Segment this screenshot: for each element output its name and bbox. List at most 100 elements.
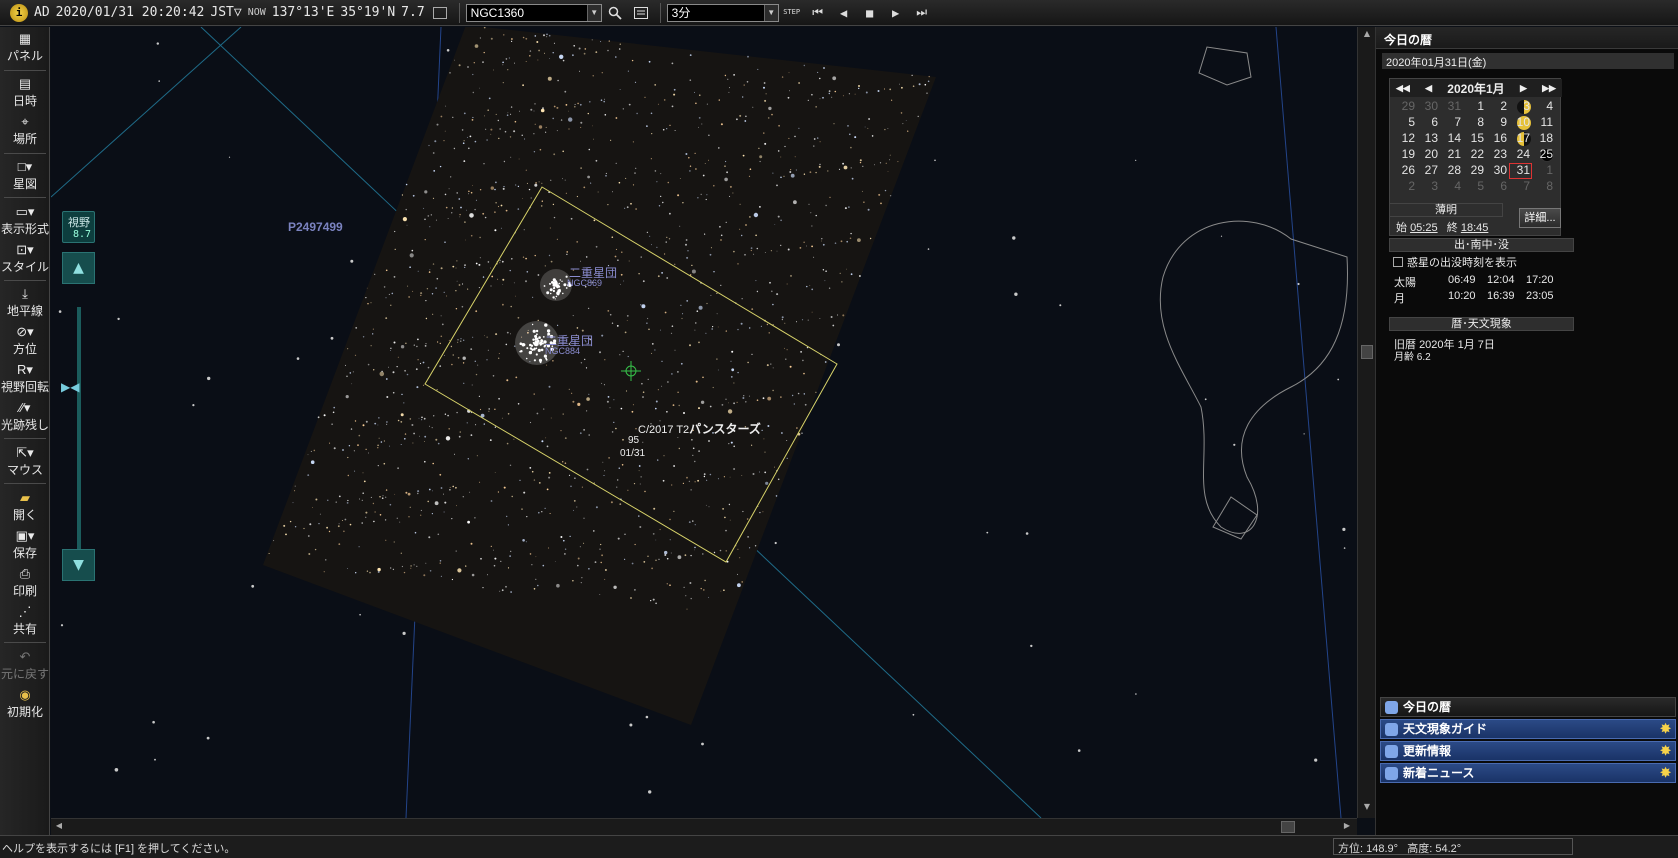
datetime-display[interactable]: 2020/01/31 20:20:42	[56, 5, 205, 20]
calendar-day[interactable]: 4	[1440, 179, 1463, 195]
calendar-day[interactable]: 16	[1486, 131, 1509, 147]
calendar-day[interactable]: 13	[1417, 131, 1440, 147]
calendar-day[interactable]: 31	[1509, 163, 1532, 179]
reset-button[interactable]: ◉ 初期化	[0, 687, 50, 720]
calendar-day[interactable]: 7	[1440, 115, 1463, 131]
rewind-fast-icon[interactable]: ⏮	[807, 3, 829, 23]
calendar-day[interactable]: 28	[1440, 163, 1463, 179]
twilight-end[interactable]: 18:45	[1461, 222, 1489, 234]
detail-button[interactable]: 詳細...	[1519, 208, 1561, 228]
direction-button[interactable]: ⊘▾ 方位	[0, 324, 50, 357]
calendar-day[interactable]: 24	[1509, 147, 1532, 163]
timezone-dropdown[interactable]: JST▽	[210, 5, 241, 20]
calendar-day[interactable]: 2	[1486, 99, 1509, 115]
trail-button[interactable]: ⁄⁄▾ 光跡残し	[0, 400, 50, 433]
now-button[interactable]: NOW	[248, 7, 266, 18]
planet-checkbox[interactable]	[1393, 257, 1403, 267]
open-button[interactable]: ▰ 開く	[0, 490, 50, 523]
calendar-day[interactable]: 30	[1486, 163, 1509, 179]
fov-badge[interactable]: 視野 8.7	[62, 211, 95, 243]
display-mode-button[interactable]: ▭▾ 表示形式	[0, 204, 50, 237]
horizon-button[interactable]: ⤓ 地平線	[0, 286, 50, 319]
calendar-day[interactable]: 7	[1509, 179, 1532, 195]
save-button[interactable]: ▣▾ 保存	[0, 528, 50, 561]
twilight-start[interactable]: 05:25	[1410, 222, 1438, 234]
app-logo-icon[interactable]: i	[10, 3, 28, 22]
calendar-day[interactable]: 1	[1463, 99, 1486, 115]
calendar-day[interactable]: 5	[1394, 115, 1417, 131]
calendar-day[interactable]: 2	[1394, 179, 1417, 195]
planet-checkbox-row[interactable]: 惑星の出没時刻を表示	[1393, 254, 1517, 270]
zoom-slider-track[interactable]	[77, 307, 81, 557]
scroll-left-icon[interactable]: ◀	[53, 821, 65, 833]
starchart-button[interactable]: □▾ 星図	[0, 159, 50, 192]
calendar-day[interactable]: 6	[1417, 115, 1440, 131]
print-button[interactable]: ⎙ 印刷	[0, 566, 50, 599]
calendar-day[interactable]: 31	[1440, 99, 1463, 115]
calendar-day[interactable]: 26	[1394, 163, 1417, 179]
calendar-day[interactable]: 17	[1509, 131, 1532, 147]
forward-fast-icon[interactable]: ⏭	[911, 3, 933, 23]
step-back-icon[interactable]: ◀	[833, 3, 855, 23]
calendar-day[interactable]: 8	[1463, 115, 1486, 131]
next-year-button[interactable]: ▶▶	[1542, 83, 1556, 94]
location-button[interactable]: ⌖ 場所	[0, 114, 50, 147]
calendar-day[interactable]: 12	[1394, 131, 1417, 147]
calendar-day[interactable]: 4	[1532, 99, 1555, 115]
calendar-day[interactable]: 19	[1394, 147, 1417, 163]
calendar-day[interactable]: 29	[1463, 163, 1486, 179]
scroll-thumb[interactable]	[1361, 345, 1373, 359]
scroll-down-icon[interactable]: ▼	[1361, 802, 1373, 814]
next-month-button[interactable]: ▶	[1520, 83, 1527, 94]
chevron-down-icon[interactable]: ▼	[763, 4, 778, 21]
chevron-down-icon[interactable]: ▼	[586, 4, 601, 21]
comet-label[interactable]: C/2017 T2パンスターズ	[638, 420, 761, 437]
zoom-slider-handle[interactable]: ▶◀	[61, 380, 97, 394]
longitude-display[interactable]: 137°13'E	[272, 5, 335, 20]
prev-year-button[interactable]: ◀◀	[1396, 83, 1410, 94]
calendar-day[interactable]: 27	[1417, 163, 1440, 179]
calendar-day[interactable]: 20	[1417, 147, 1440, 163]
calendar-day[interactable]: 29	[1394, 99, 1417, 115]
stop-icon[interactable]: ■	[859, 3, 881, 23]
tab-astro-guide[interactable]: 天文現象ガイド ✸	[1380, 719, 1676, 739]
tab-news[interactable]: 新着ニュース ✸	[1380, 763, 1676, 783]
fov-box-icon[interactable]	[432, 6, 447, 19]
latitude-display[interactable]: 35°19'N	[340, 5, 395, 20]
object-search-input[interactable]: NGC1360 ▼	[465, 3, 602, 22]
calendar-day[interactable]: 3	[1417, 179, 1440, 195]
time-step-select[interactable]: 3分 ▼	[666, 3, 779, 22]
step-button[interactable]: STEP	[781, 3, 803, 23]
scroll-up-icon[interactable]: ▲	[1361, 29, 1373, 41]
object-label-p[interactable]: P2497499	[288, 220, 343, 234]
mouse-button[interactable]: ⇱▾ マウス	[0, 445, 50, 478]
fov-display[interactable]: 7.7	[401, 5, 424, 20]
calendar-day[interactable]: 21	[1440, 147, 1463, 163]
horizontal-scrollbar[interactable]: ◀ ▶	[51, 818, 1357, 835]
tab-today-calendar[interactable]: 今日の暦	[1380, 697, 1676, 717]
zoom-in-button[interactable]: ▲	[62, 252, 95, 284]
calendar-day[interactable]: 18	[1532, 131, 1555, 147]
calendar-day[interactable]: 1	[1532, 163, 1555, 179]
scroll-right-icon[interactable]: ▶	[1341, 821, 1353, 833]
undo-button[interactable]: ↶ 元に戻す	[0, 649, 50, 682]
datetime-button[interactable]: ▤ 日時	[0, 76, 50, 109]
share-button[interactable]: ⋰ 共有	[0, 604, 50, 637]
calendar-day[interactable]: 30	[1417, 99, 1440, 115]
calendar-day[interactable]: 3	[1509, 99, 1532, 115]
panel-button[interactable]: ▦ パネル	[0, 31, 50, 64]
calendar-day[interactable]: 23	[1486, 147, 1509, 163]
tab-updates[interactable]: 更新情報 ✸	[1380, 741, 1676, 761]
step-forward-icon[interactable]: ▶	[885, 3, 907, 23]
calendar-day[interactable]: 8	[1532, 179, 1555, 195]
search-icon[interactable]	[604, 3, 626, 23]
calendar-day[interactable]: 9	[1486, 115, 1509, 131]
calendar-day[interactable]: 10	[1509, 115, 1532, 131]
style-button[interactable]: ⊡▾ スタイル	[0, 242, 50, 275]
calendar-day[interactable]: 25	[1532, 147, 1555, 163]
calendar-day[interactable]: 22	[1463, 147, 1486, 163]
prev-month-button[interactable]: ◀	[1425, 83, 1432, 94]
sky-view[interactable]: 視野 8.7 ▲ ▶◀ ▼ P2497499 二重星団 NGC869 二重星団 …	[51, 27, 1357, 818]
zoom-out-button[interactable]: ▼	[62, 549, 95, 581]
list-icon[interactable]	[630, 3, 652, 23]
